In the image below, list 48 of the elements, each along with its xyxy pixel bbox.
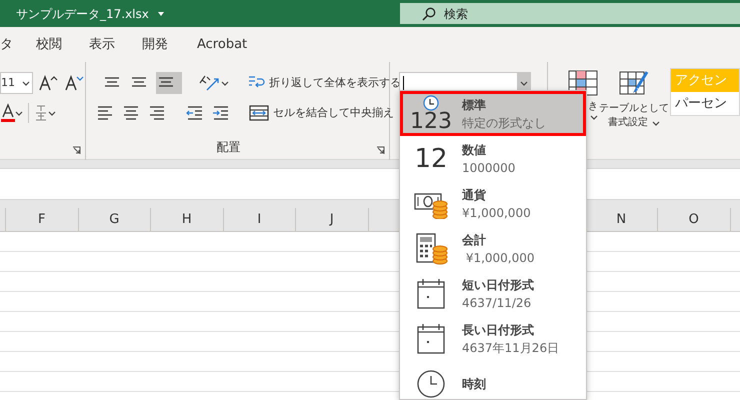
ribbon-tab[interactable]: タ <box>0 34 13 54</box>
column-header[interactable]: G <box>78 208 151 231</box>
caret-icon[interactable] <box>156 10 165 16</box>
ribbon-tab[interactable]: 校閲 <box>36 34 62 54</box>
chevron-icon <box>15 110 23 116</box>
vertical-align-button[interactable] <box>156 72 182 94</box>
menu-item[interactable]: 12 数値 1000000 <box>400 136 586 181</box>
search-field[interactable]: 検索 <box>400 3 740 24</box>
column-header[interactable]: J <box>296 208 368 231</box>
file-name: サンプルデータ_17.xlsx <box>16 6 149 22</box>
chevron-icon <box>22 80 30 86</box>
shrink-font-icon <box>64 74 84 92</box>
icon-number-text: 12 <box>414 144 448 172</box>
column-header[interactable]: I <box>224 208 296 231</box>
column-header[interactable]: O <box>658 208 730 231</box>
chevron-icon <box>652 120 660 126</box>
column-header[interactable]: F <box>6 208 78 231</box>
calendar-icon <box>417 322 445 354</box>
chevron-icon <box>590 114 598 121</box>
clock-icon <box>423 94 439 110</box>
calculator-coins-icon <box>414 232 448 264</box>
font-color-icon <box>1 103 15 123</box>
top-align-icon <box>105 77 119 87</box>
text-angle-icon <box>199 74 221 92</box>
chevron-icon <box>48 110 56 116</box>
menu-item[interactable]: 通貨 ¥1,000,000 <box>400 181 586 226</box>
font-color-button[interactable] <box>0 102 24 124</box>
table-format-button[interactable]: テーブルとして 書式設定 <box>598 70 670 136</box>
menu-item[interactable]: 会計 ¥1,000,000 <box>400 226 586 271</box>
dialog-launcher-icon[interactable] <box>376 146 385 155</box>
search-icon <box>422 6 436 20</box>
menu-item[interactable]: 時刻 <box>400 361 586 399</box>
bottom-align-icon <box>159 77 173 87</box>
font-size-field[interactable]: 11 <box>0 72 33 94</box>
chevron-icon <box>221 80 229 86</box>
middle-align-icon <box>132 77 146 87</box>
calendar-icon <box>417 278 445 310</box>
menu-item[interactable]: 長い日付形式 4637年11月26日 <box>400 316 586 361</box>
ribbon-tab[interactable]: 表示 <box>89 34 115 54</box>
dialog-launcher-icon[interactable] <box>72 146 81 155</box>
chevron-icon <box>520 80 528 86</box>
merge-cells-icon <box>249 104 269 122</box>
grow-font-icon <box>38 74 58 92</box>
menu-item[interactable]: 短い日付形式 4637/11/26 <box>400 271 586 316</box>
group-label: 配置 <box>216 139 242 156</box>
ribbon-tab[interactable]: Acrobat <box>197 34 248 54</box>
ribbon-tab[interactable]: 開発 <box>142 34 168 54</box>
column-header[interactable]: H <box>151 208 224 231</box>
